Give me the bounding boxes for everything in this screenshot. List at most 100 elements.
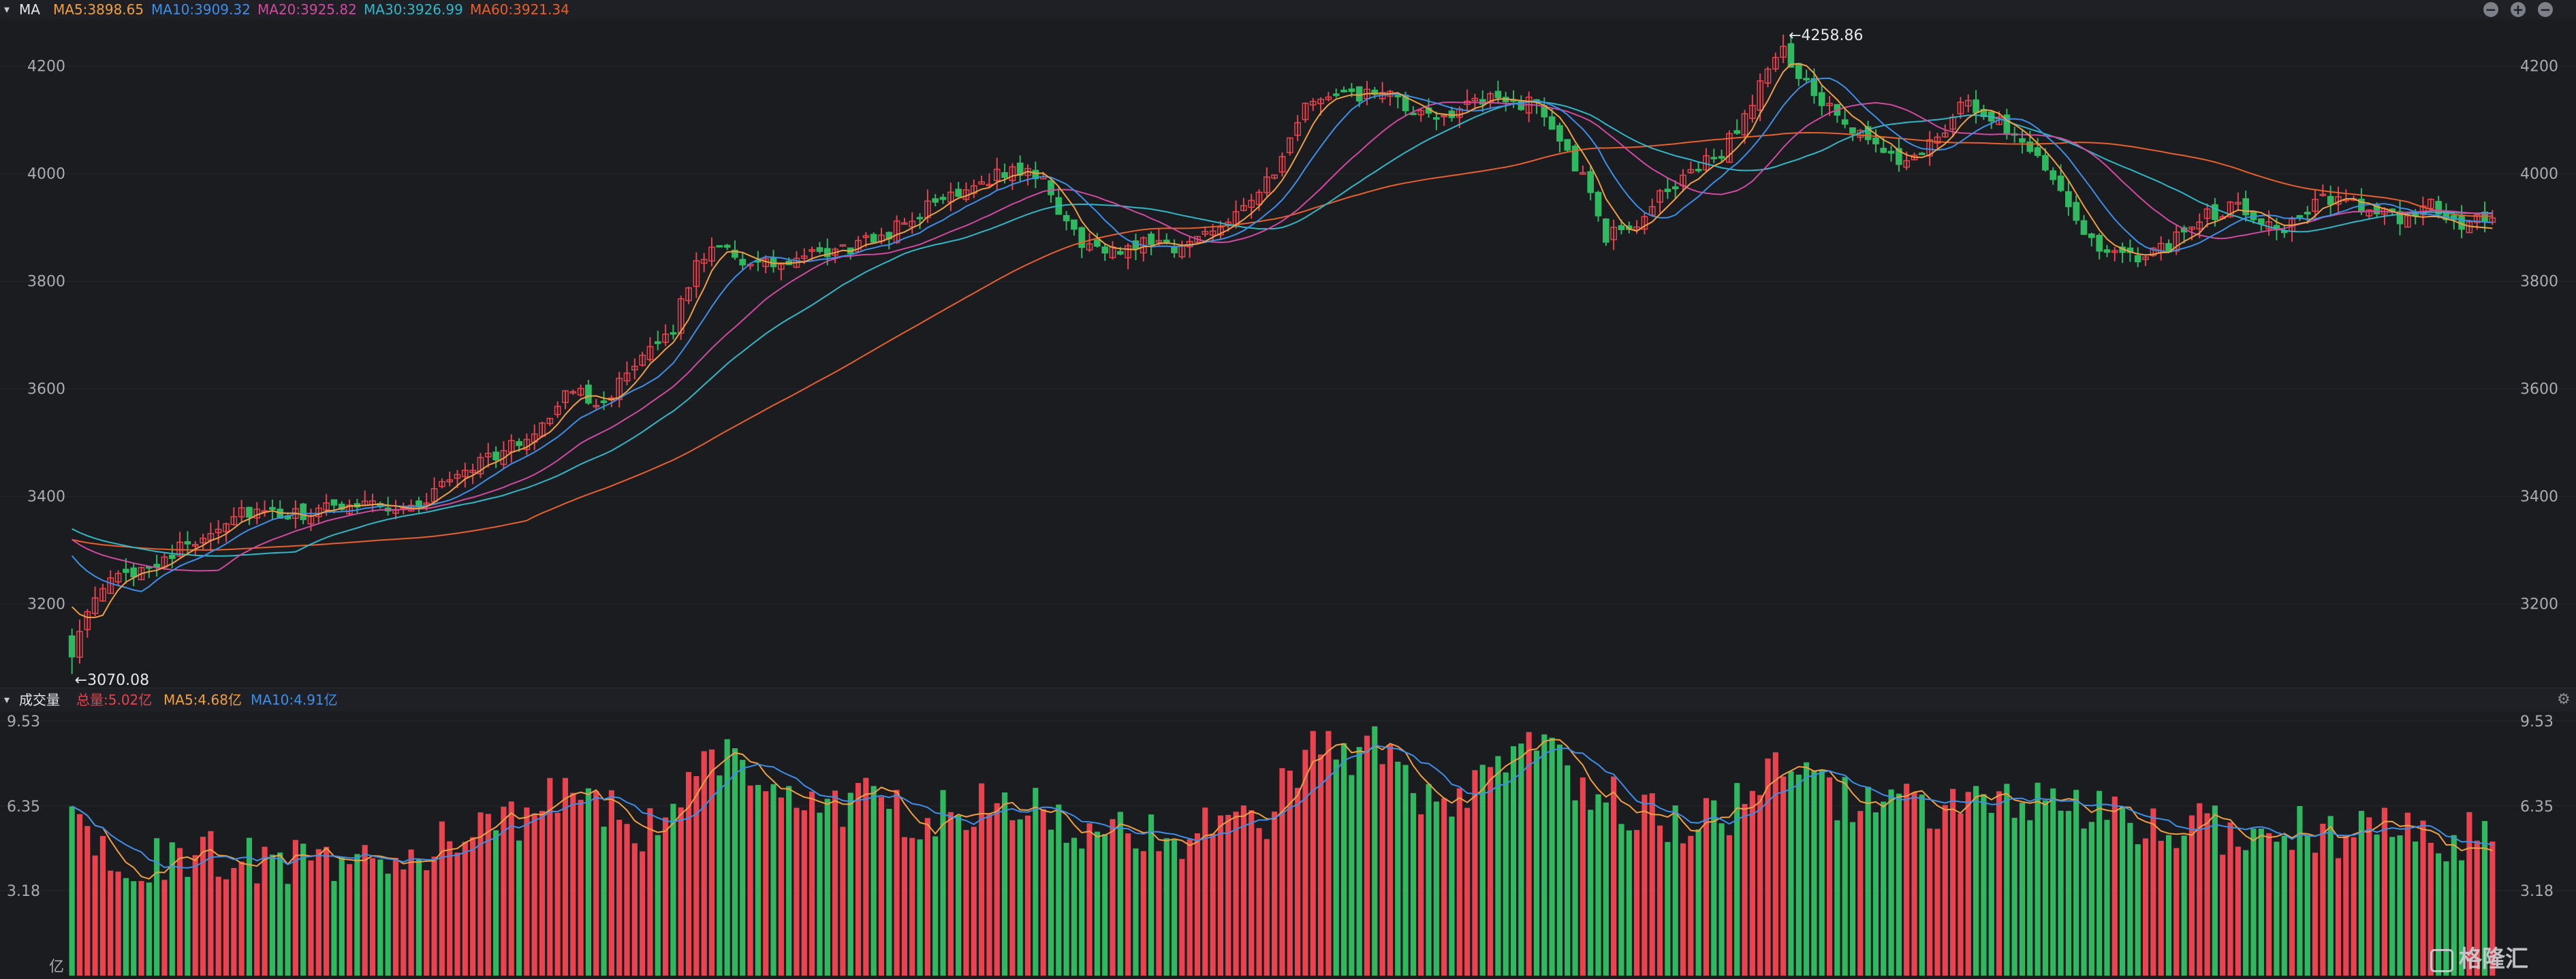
candle-body: [1094, 239, 1101, 247]
volume-bar: [1263, 839, 1270, 976]
candle-body: [184, 541, 191, 545]
candle-body: [1148, 234, 1155, 245]
volume-bar: [1056, 804, 1062, 976]
volume-bar: [1642, 795, 1648, 976]
volume-bar: [1556, 744, 1563, 976]
volume-bar: [431, 856, 437, 976]
candle-body: [1671, 186, 1679, 189]
volume-bar: [1649, 793, 1655, 976]
volume-bar: [2258, 829, 2264, 976]
candle-body: [1340, 89, 1347, 93]
candle-body: [2304, 212, 2311, 214]
collapse-caret-icon[interactable]: ▾: [4, 0, 10, 19]
indicator-name[interactable]: MA: [19, 0, 40, 19]
volume-bar: [1688, 835, 1694, 976]
volume-bar: [2397, 835, 2403, 976]
volume-bar: [362, 845, 368, 976]
candle-body: [916, 216, 924, 220]
stock-chart[interactable]: ▾ MA MA5:3898.65 MA10:3909.32 MA20:3925.…: [0, 0, 2576, 979]
volume-bar: [693, 775, 700, 976]
candle-body: [1849, 127, 1856, 134]
volume-bar: [1279, 768, 1285, 976]
volume-bar: [1973, 786, 1979, 976]
volume-bar: [2104, 820, 2110, 976]
candle-body: [2080, 220, 2088, 235]
price-axis-label-left: 3600: [27, 381, 65, 398]
settings-gear-icon[interactable]: ⚙: [2557, 691, 2571, 708]
volume-unit-label: 亿: [49, 959, 64, 976]
volume-bar: [1125, 833, 1131, 976]
volume-bar: [1433, 801, 1439, 976]
volume-bar: [1934, 829, 1941, 976]
zoom-in-icon[interactable]: +: [2511, 2, 2526, 17]
volume-bar: [439, 821, 445, 976]
price-axis-label-right: 3400: [2520, 488, 2558, 505]
volume-bar: [1418, 814, 1424, 976]
volume-bar: [1565, 765, 1571, 976]
volume-bar: [1996, 791, 2002, 976]
candle-body: [1332, 93, 1340, 96]
volume-bar: [1140, 851, 1146, 976]
volume-bar: [971, 826, 977, 976]
candle-body: [1564, 139, 1571, 151]
volume-bar: [1749, 790, 1755, 976]
candle-body: [939, 197, 947, 200]
volume-bar: [1086, 823, 1093, 976]
volume-bar: [1233, 812, 1239, 976]
volume-bar: [1009, 820, 1016, 976]
volume-bar: [2304, 835, 2310, 976]
volume-bar: [92, 855, 98, 976]
volume-panel[interactable]: 3.18 3.18 6.35 6.35 9.53 9.53 亿: [0, 711, 2576, 979]
volume-bar: [655, 835, 661, 976]
volume-bar: [516, 840, 522, 976]
volume-bar: [1572, 800, 1578, 976]
volume-bar: [1110, 819, 1116, 976]
minimize-icon[interactable]: −: [2538, 2, 2553, 17]
volume-bar: [493, 830, 499, 976]
candle-body: [1880, 148, 1887, 153]
price-axis-label-left: 4000: [27, 165, 65, 182]
volume-bar: [269, 854, 275, 976]
volume-bar: [670, 803, 676, 976]
candle-body: [2042, 155, 2049, 171]
candle-body: [2034, 147, 2041, 156]
volume-bar: [1340, 743, 1347, 976]
candle-body: [1872, 138, 1879, 145]
volume-bar: [1919, 795, 1925, 976]
volume-bar: [1210, 833, 1216, 976]
volume-bar: [2220, 854, 2226, 976]
volume-bar: [809, 791, 815, 976]
volume-bar: [1117, 812, 1123, 976]
volume-bar: [99, 835, 106, 976]
volume-bar: [2343, 835, 2349, 976]
volume-axis-label-left: 9.53: [7, 713, 40, 731]
volume-bar: [2227, 822, 2233, 976]
volume-bar: [1033, 788, 1039, 976]
candle-body: [1618, 225, 1625, 230]
volume-collapse-caret-icon[interactable]: ▾: [4, 690, 10, 709]
candle-body: [1494, 91, 1502, 99]
volume-bar: [2120, 806, 2126, 976]
volume-bar: [2065, 811, 2071, 976]
candle-body: [123, 568, 129, 573]
volume-bar: [1133, 848, 1139, 976]
volume-total-readout: 总量:5.02亿: [76, 692, 153, 708]
candle-body: [2073, 202, 2080, 221]
candle-body: [1556, 125, 1563, 142]
zoom-out-icon[interactable]: −: [2483, 2, 2498, 17]
volume-bar: [2413, 841, 2419, 976]
volume-bar: [947, 812, 954, 976]
volume-bar: [2173, 848, 2180, 976]
volume-bar: [1333, 759, 1339, 976]
volume-bar: [1079, 848, 1085, 976]
volume-bar: [631, 843, 638, 976]
volume-bar: [778, 797, 784, 976]
price-axis-label-left: 3400: [27, 488, 65, 505]
volume-bar: [593, 790, 599, 976]
price-panel[interactable]: 3200 3200 3400 3400 3600 3600 3800 3800 4000 4000…: [0, 19, 2576, 688]
volume-bar: [1842, 777, 1848, 976]
price-axis-label-left: 3200: [27, 596, 65, 613]
volume-bar: [1001, 792, 1008, 976]
volume-title[interactable]: 成交量: [19, 690, 60, 709]
candle-body: [654, 341, 661, 344]
